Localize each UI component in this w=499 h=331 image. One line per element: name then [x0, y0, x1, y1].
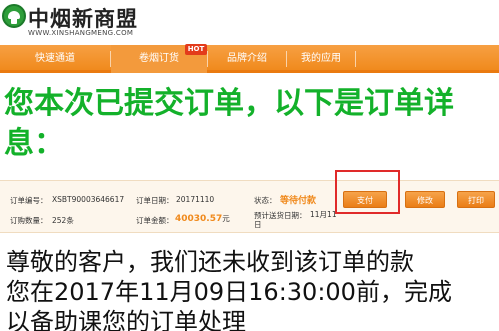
nav-item-brand-intro[interactable]: 品牌介绍 [208, 45, 286, 73]
order-number-value: XSBT90003646617 [52, 195, 125, 204]
order-quantity-label: 订购数量： [10, 216, 48, 225]
delivery-date-value: 11月11日 [254, 210, 337, 229]
site-logo[interactable]: 中烟新商盟 WWW.XINSHANGMENG.COM [0, 2, 200, 40]
message-line-2: 您在2017年11月09日16:30:00前，完成 [6, 278, 452, 306]
status-value: 等待付款 [280, 196, 317, 206]
order-number-label: 订单编号： [10, 196, 48, 205]
order-info-panel: 订单编号： XSBT90003646617 订单日期： 20171110 订购数… [0, 180, 499, 233]
nav-item-quick-access[interactable]: 快速通道 [0, 45, 110, 73]
payment-message: 尊敬的客户，我们还未收到该订单的款 您在2017年11月09日16:30:00前… [6, 247, 499, 331]
order-date-value: 20171110 [176, 195, 215, 204]
order-amount: 40030.57元 [175, 213, 230, 224]
hot-badge: HOT [185, 44, 207, 55]
main-nav: 快速通道 卷烟订货 HOT 品牌介绍 我的应用 [0, 44, 499, 73]
status-label: 状态： [254, 196, 277, 205]
logo-domain: WWW.XINSHANGMENG.COM [28, 29, 134, 37]
site-header: 中烟新商盟 WWW.XINSHANGMENG.COM [0, 0, 499, 42]
order-quantity-value: 252条 [52, 216, 74, 225]
nav-divider [355, 51, 356, 67]
print-button[interactable]: 打印 [457, 191, 495, 208]
edit-button[interactable]: 修改 [405, 191, 445, 208]
order-amount-unit: 元 [222, 214, 230, 223]
message-line-3: 以备助课您的订单处理 [6, 308, 246, 331]
tobacco-leaf-logo-icon [2, 4, 26, 28]
order-amount-value: 40030.57 [175, 214, 223, 224]
pay-button-highlight [335, 170, 400, 214]
order-date-label: 订单日期： [136, 196, 174, 205]
order-amount-label: 订单金额： [136, 216, 174, 225]
page-headline: 您本次已提交订单，以下是订单详息： [4, 86, 454, 161]
nav-item-my-apps[interactable]: 我的应用 [287, 45, 355, 73]
message-line-1: 尊敬的客户，我们还未收到该订单的款 [6, 248, 414, 276]
